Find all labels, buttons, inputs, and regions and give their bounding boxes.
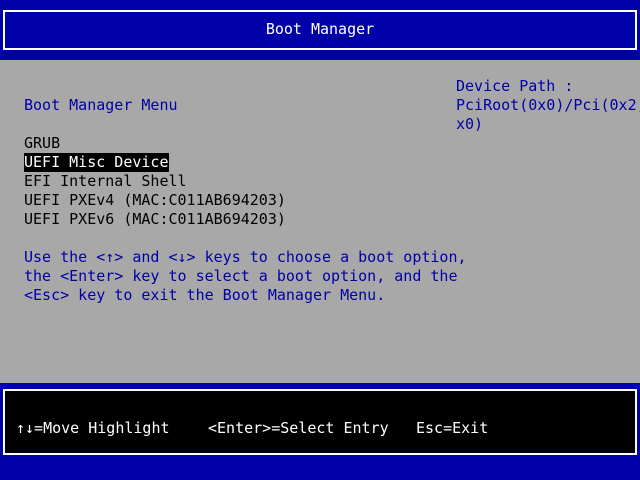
boot-manager-screen: Boot Manager Device Path : PciRoot(0x0)/… — [0, 0, 640, 480]
menu-title: Boot Manager Menu — [24, 96, 178, 114]
boot-entry-uefi-pxev6[interactable]: UEFI PXEv6 (MAC:C011AB694203) — [24, 210, 286, 229]
page-title: Boot Manager — [265, 20, 375, 38]
exit-hint: Esc=Exit — [416, 419, 489, 437]
device-path-line: x0) — [456, 115, 484, 133]
device-path-label: Device Path : — [456, 77, 574, 95]
boot-entry-uefi-misc-device[interactable]: UEFI Misc Device — [24, 153, 169, 172]
device-path-line: PciRoot(0x0)/Pci(0x2,0 — [456, 96, 640, 114]
help-text-line: the <Enter> key to select a boot option,… — [24, 267, 458, 285]
help-text-line: <Esc> key to exit the Boot Manager Menu. — [24, 286, 386, 304]
move-highlight-hint: ↑↓=Move Highlight — [16, 419, 170, 437]
boot-entry-efi-internal-shell[interactable]: EFI Internal Shell — [24, 172, 187, 191]
boot-entry-grub[interactable]: GRUB — [24, 134, 60, 153]
boot-entry-uefi-pxev4[interactable]: UEFI PXEv4 (MAC:C011AB694203) — [24, 191, 286, 210]
help-text-line: Use the <↑> and <↓> keys to choose a boo… — [24, 248, 467, 266]
select-entry-hint: <Enter>=Select Entry — [208, 419, 389, 437]
